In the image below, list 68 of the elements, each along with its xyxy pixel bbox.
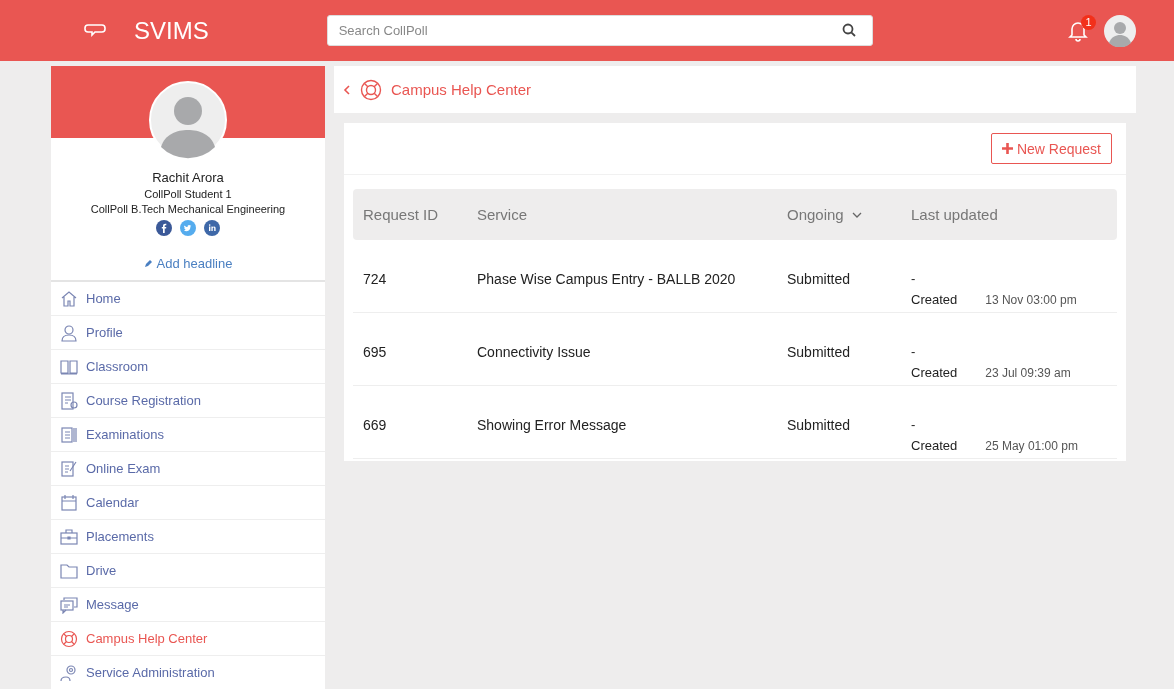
table-cell-text: -: [911, 417, 917, 432]
new-request-button[interactable]: New Request: [990, 133, 1112, 164]
table-cell-text: Submitted: [787, 417, 852, 433]
sidebar-item[interactable]: Profile: [51, 316, 325, 350]
chevron-down-icon: [851, 211, 862, 218]
event-label: Created: [911, 438, 958, 453]
sidebar-item[interactable]: Calendar: [51, 486, 325, 520]
list-icon: [60, 425, 78, 444]
linkedin-icon[interactable]: [204, 220, 220, 236]
profile-role: CollPoll Student 1: [144, 188, 232, 200]
profile-name: Rachit Arora: [152, 170, 224, 185]
column-header: Request ID: [362, 206, 440, 223]
home-icon: [60, 289, 78, 308]
book-icon: [60, 357, 78, 376]
column-header: Service: [477, 206, 529, 223]
table-cell-text: 724: [362, 271, 388, 287]
chat-icon: [60, 595, 78, 614]
sidebar-item[interactable]: Drive: [51, 554, 325, 588]
pencil-icon: [143, 259, 153, 268]
sidebar-item[interactable]: Message: [51, 588, 325, 622]
document-icon: [60, 391, 78, 410]
twitter-icon[interactable]: [180, 220, 196, 236]
avatar-icon: [149, 81, 227, 159]
person-gear-icon: [60, 663, 78, 682]
search-field[interactable]: Search CollPoll: [326, 15, 873, 46]
table-cell-text: Showing Error Message: [477, 417, 628, 433]
sidebar-item[interactable]: Campus Help Center: [51, 622, 325, 656]
table-cell-text: 695: [362, 344, 388, 360]
lifebuoy-icon: [60, 629, 78, 648]
column-header: Last updated: [911, 206, 999, 223]
sidebar-item[interactable]: Service Administration: [51, 656, 325, 689]
back-icon[interactable]: [343, 83, 351, 96]
sidebar-item[interactable]: Examinations: [51, 418, 325, 452]
status-filter-dropdown[interactable]: Ongoing: [787, 206, 911, 223]
sidebar-item[interactable]: Course Registration: [51, 384, 325, 418]
sidebar-item[interactable]: Classroom: [51, 350, 325, 384]
page-title: Campus Help Center: [391, 81, 532, 98]
search-icon: [841, 23, 856, 37]
event-date: 23 Jul 09:39 am: [985, 365, 1071, 380]
add-headline-link[interactable]: Add headline: [143, 256, 233, 271]
sidebar-item[interactable]: Home: [51, 282, 325, 316]
avatar-icon[interactable]: [1104, 14, 1136, 47]
user-icon: [60, 323, 78, 342]
event-date: 25 May 01:00 pm: [985, 438, 1078, 453]
sidebar-item[interactable]: Placements: [51, 520, 325, 554]
table-cell-text: 669: [362, 417, 388, 433]
profile-program: CollPoll B.Tech Mechanical Engineering: [90, 203, 286, 215]
event-date: 13 Nov 03:00 pm: [985, 292, 1077, 307]
notification-count: 1: [1081, 14, 1096, 30]
document-pen-icon: [60, 459, 78, 478]
event-label: Created: [911, 365, 958, 380]
table-cell-text: -: [911, 271, 917, 286]
plus-icon: [1001, 143, 1013, 154]
table-cell-text: Submitted: [787, 344, 852, 360]
folder-icon: [60, 561, 78, 580]
table-cell-text: Connectivity Issue: [477, 344, 592, 360]
facebook-icon[interactable]: [156, 220, 172, 236]
table-cell-text: -: [911, 344, 917, 359]
sidebar-item[interactable]: Online Exam: [51, 452, 325, 486]
event-label: Created: [911, 292, 958, 307]
briefcase-icon: [60, 527, 78, 546]
table-cell-text: Phase Wise Campus Entry - BALLB 2020: [477, 271, 737, 287]
app-name: SVIMS: [134, 16, 209, 45]
bell-icon[interactable]: [1068, 19, 1088, 42]
table-cell-text: Submitted: [787, 271, 852, 287]
calendar-icon: [60, 493, 78, 512]
lifebuoy-icon: [360, 78, 382, 101]
speech-bubble-icon: [84, 22, 106, 39]
